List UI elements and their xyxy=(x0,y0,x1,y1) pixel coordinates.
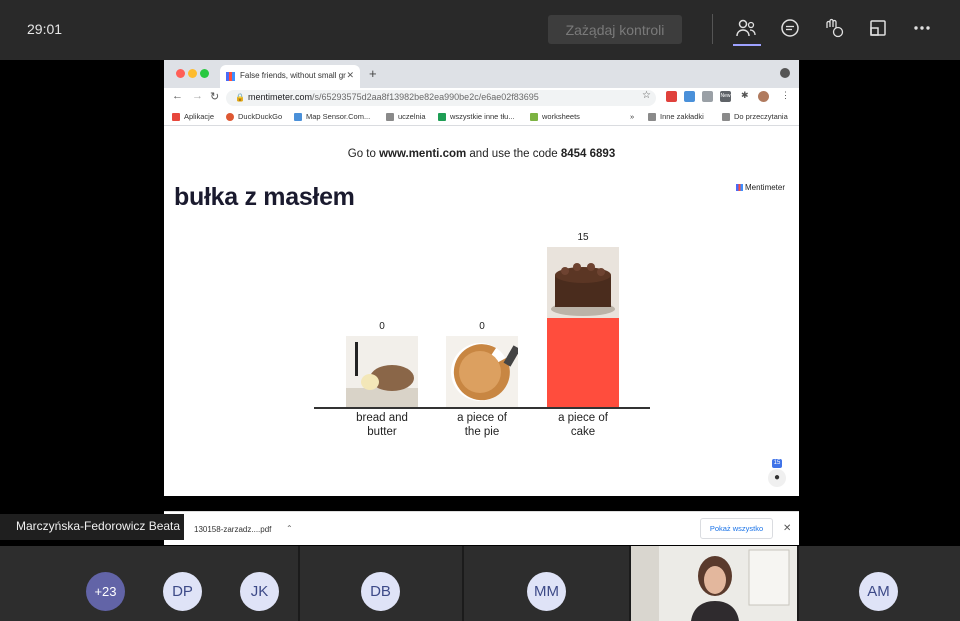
bookmarks-bar: Aplikacje DuckDuckGo Map Sensor.Com... u… xyxy=(164,108,799,126)
participant-tile-db[interactable]: DB xyxy=(300,546,462,621)
chart-data-label: 0 xyxy=(479,321,485,332)
extension-icon[interactable] xyxy=(702,91,713,102)
participant-video-tile[interactable] xyxy=(631,546,797,621)
reactions-icon[interactable] xyxy=(822,18,846,42)
duckduckgo-icon xyxy=(226,112,234,121)
new-extension-icon[interactable]: New xyxy=(720,91,731,102)
mentimeter-slide: Go to www.menti.com and use the code 845… xyxy=(164,139,799,496)
mentimeter-favicon-icon xyxy=(226,72,235,81)
chart-bar-group: 0 a piece of the pie xyxy=(446,229,518,449)
profile-avatar-icon[interactable] xyxy=(758,91,769,102)
minimize-window-dot[interactable] xyxy=(188,69,197,78)
folder-icon xyxy=(386,112,394,121)
chart-bar-image xyxy=(346,336,418,407)
view-icon[interactable] xyxy=(866,18,890,42)
mentimeter-logo: Mentimeter xyxy=(736,183,785,192)
more-participants-avatar[interactable]: +23 xyxy=(86,572,125,611)
participant-avatar-dp[interactable]: DP xyxy=(163,572,202,611)
url-host: mentimeter.com xyxy=(248,92,313,102)
chart-category-label: a piece of cake xyxy=(558,412,608,438)
participant-tile-group: +23 DP JK xyxy=(0,546,298,621)
browser-tab[interactable]: False friends, without small gr ✕ xyxy=(220,65,360,88)
chart-category-label: a piece of the pie xyxy=(457,412,507,438)
bookmark-duckduckgo[interactable]: DuckDuckGo xyxy=(226,112,282,121)
reload-icon[interactable]: ↻ xyxy=(210,90,219,103)
toolbar-divider xyxy=(712,14,713,44)
close-download-bar-icon[interactable]: ✕ xyxy=(783,523,791,534)
bookmark-map-sensor[interactable]: Map Sensor.Com... xyxy=(294,112,370,121)
chat-icon[interactable] xyxy=(778,18,802,42)
new-tab-icon[interactable]: + xyxy=(369,66,377,81)
folder-icon xyxy=(648,112,656,121)
browser-address-bar: ← → ↻ 🔒 mentimeter.com/s/65293575d2aa8f1… xyxy=(164,88,799,108)
browser-tab-strip: False friends, without small gr ✕ + xyxy=(164,60,799,88)
bookmark-wszystkie[interactable]: wszystkie inne tłu... xyxy=(438,112,515,121)
chart-bar xyxy=(547,318,619,407)
download-file-name[interactable]: 130158-zarzadz....pdf xyxy=(194,525,271,534)
close-tab-icon[interactable]: ✕ xyxy=(346,70,354,81)
forward-icon[interactable]: → xyxy=(192,90,203,102)
slide-title: bułka z masłem xyxy=(174,183,355,211)
maximize-window-dot[interactable] xyxy=(200,69,209,78)
lock-icon: 🔒 xyxy=(235,93,245,102)
bookmark-star-icon[interactable]: ☆ xyxy=(642,90,651,101)
active-tab-indicator xyxy=(733,44,761,46)
chart-category-label: bread and butter xyxy=(356,412,408,438)
bookmarks-overflow-chevron[interactable]: » xyxy=(630,112,634,121)
more-options-icon[interactable] xyxy=(910,18,934,42)
participants-icon[interactable] xyxy=(734,18,758,42)
participant-avatar-mm: MM xyxy=(527,572,566,611)
join-code: 8454 6893 xyxy=(560,148,616,160)
bookmark-other[interactable]: Inne zakładki xyxy=(648,112,704,121)
join-instructions: Go to www.menti.com and use the code 845… xyxy=(347,148,616,160)
request-control-button[interactable]: Zażądaj kontroli xyxy=(548,15,682,44)
shared-browser-window: False friends, without small gr ✕ + ← → … xyxy=(164,60,799,496)
chart-bar-image xyxy=(446,336,518,407)
chevron-up-icon[interactable]: ⌃ xyxy=(286,524,293,533)
bookmark-uczelnia[interactable]: uczelnia xyxy=(386,112,426,121)
participant-video-image xyxy=(631,546,797,621)
sheets-icon xyxy=(438,112,446,121)
response-count-badge: 15 xyxy=(772,459,782,468)
meeting-toolbar: 29:01 Zażądaj kontroli xyxy=(0,0,960,60)
show-all-downloads-button[interactable]: Pokaż wszystko xyxy=(700,518,773,539)
tab-title: False friends, without small gr xyxy=(240,71,346,80)
chart-bar-group: 0 bread and butter xyxy=(346,229,418,449)
bookmark-reading-list[interactable]: Do przeczytania xyxy=(722,112,788,121)
chart-bar-group: 15 a piece of cake xyxy=(547,229,619,449)
back-icon[interactable]: ← xyxy=(172,90,183,102)
url-input[interactable]: 🔒 mentimeter.com/s/65293575d2aa8f13982be… xyxy=(226,90,656,106)
participants-person-icon[interactable]: ● xyxy=(768,469,786,487)
docs-extension-icon[interactable] xyxy=(684,91,695,102)
reading-list-icon xyxy=(722,112,730,121)
map-sensor-icon xyxy=(294,112,302,121)
download-bar: 130158-zarzadz....pdf ⌃ Pokaż wszystko ✕ xyxy=(164,511,799,545)
results-bar-chart: 0 bread and butter 0 a piece of the pie 15 a pi… xyxy=(314,229,650,449)
participant-tile-mm[interactable]: MM xyxy=(464,546,629,621)
bookmark-worksheets[interactable]: worksheets xyxy=(530,112,580,121)
chart-bar-image xyxy=(547,247,619,318)
meeting-timer: 29:01 xyxy=(27,21,63,37)
url-path: /s/65293575d2aa8f13982be82ea990be2c/e6ae… xyxy=(312,92,539,102)
tab-search-icon[interactable] xyxy=(780,68,790,78)
participant-strip: +23 DP JK DB MM AM xyxy=(0,546,960,621)
apps-grid-icon xyxy=(172,112,180,121)
isl-icon xyxy=(530,112,538,121)
participant-avatar-jk[interactable]: JK xyxy=(240,572,279,611)
presenter-name: Marczyńska-Fedorowicz Beata xyxy=(0,514,185,540)
browser-menu-icon[interactable]: ⋮ xyxy=(781,90,790,101)
close-window-dot[interactable] xyxy=(176,69,185,78)
participant-avatar-db: DB xyxy=(361,572,400,611)
bookmark-apps[interactable]: Aplikacje xyxy=(172,112,214,121)
chart-data-label: 0 xyxy=(379,321,385,332)
participant-avatar-am: AM xyxy=(859,572,898,611)
mentimeter-logo-icon xyxy=(736,184,743,191)
join-site: www.menti.com xyxy=(379,148,467,160)
adblock-extension-icon[interactable] xyxy=(666,91,677,102)
participant-tile-am[interactable]: AM xyxy=(799,546,960,621)
extensions-puzzle-icon[interactable]: ✱ xyxy=(741,90,749,101)
chart-data-label: 15 xyxy=(577,232,589,243)
